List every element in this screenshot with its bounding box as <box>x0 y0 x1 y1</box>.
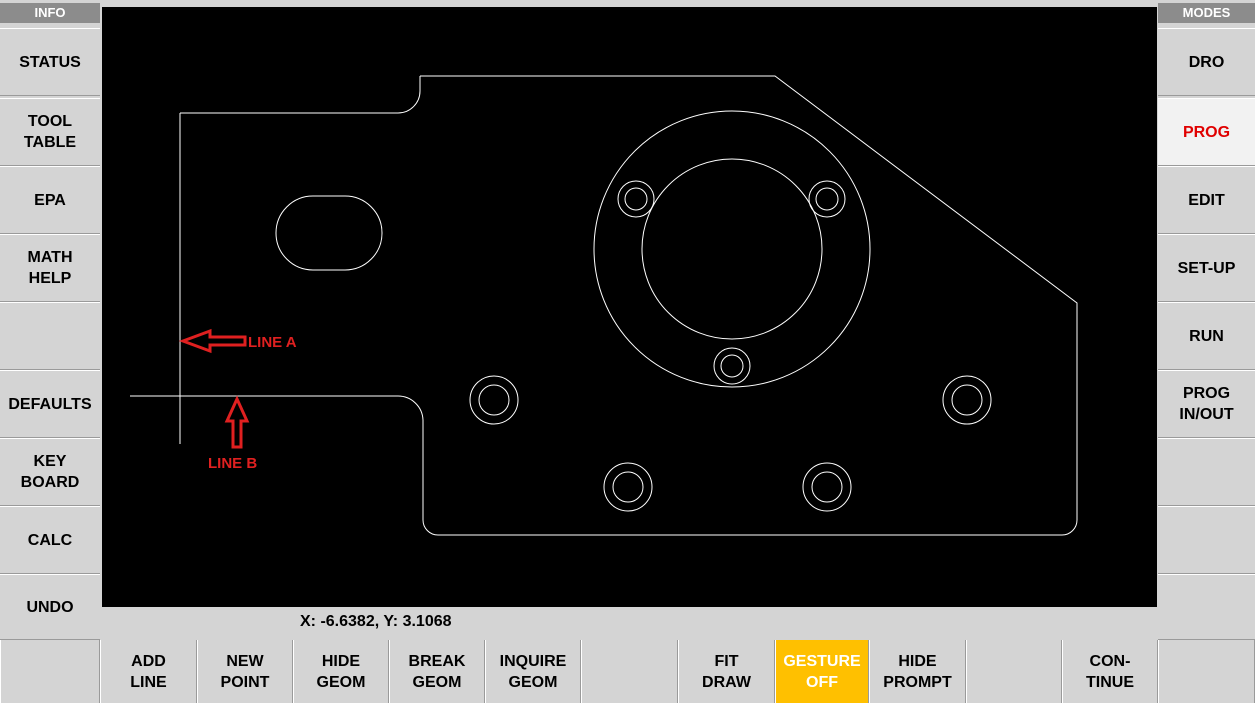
bolt-hole <box>720 354 744 378</box>
bolt-hole <box>808 180 846 218</box>
undo-button[interactable]: UNDO <box>0 574 100 640</box>
part-outline <box>130 75 1078 536</box>
line-a-label: LINE A <box>248 334 297 351</box>
mount-hole <box>478 384 510 416</box>
empty-bottom-button-right[interactable] <box>1158 640 1255 703</box>
mount-hole <box>951 384 983 416</box>
inner-bore-circle <box>641 158 823 340</box>
mount-hole <box>802 462 852 512</box>
empty-bottom-button-2[interactable] <box>966 640 1062 703</box>
line-b-label: LINE B <box>208 455 257 472</box>
empty-mode-button-3[interactable] <box>1158 574 1255 640</box>
break-geom-button[interactable]: BREAK GEOM <box>389 640 485 703</box>
tool-table-button[interactable]: TOOL TABLE <box>0 98 100 166</box>
gesture-off-button[interactable]: GESTURE OFF <box>775 640 869 703</box>
status-button[interactable]: STATUS <box>0 28 100 96</box>
calc-button[interactable]: CALC <box>0 506 100 574</box>
top-left-edge <box>180 76 421 114</box>
mode-dro-button[interactable]: DRO <box>1158 28 1255 96</box>
add-line-button[interactable]: ADD LINE <box>100 640 197 703</box>
inquire-geom-button[interactable]: INQUIRE GEOM <box>485 640 581 703</box>
defaults-button[interactable]: DEFAULTS <box>0 370 100 438</box>
mount-hole <box>469 375 519 425</box>
continue-button[interactable]: CON- TINUE <box>1062 640 1158 703</box>
info-header: INFO <box>0 3 100 23</box>
fit-draw-button[interactable]: FIT DRAW <box>678 640 775 703</box>
empty-left-button[interactable] <box>0 302 100 370</box>
hide-prompt-button[interactable]: HIDE PROMPT <box>869 640 966 703</box>
mount-hole <box>603 462 653 512</box>
mode-prog-button[interactable]: PROG <box>1158 98 1255 166</box>
outer-bore-circle <box>593 110 871 388</box>
bolt-hole <box>713 347 751 385</box>
mode-prog-inout-button[interactable]: PROG IN/OUT <box>1158 370 1255 438</box>
drawing-canvas[interactable]: LINE A LINE B <box>102 7 1157 607</box>
keyboard-button[interactable]: KEY BOARD <box>0 438 100 506</box>
hide-geom-button[interactable]: HIDE GEOM <box>293 640 389 703</box>
coordinate-bar: X: -6.6382, Y: 3.1068 <box>102 607 1157 637</box>
bolt-hole <box>624 187 648 211</box>
bolt-hole <box>617 180 655 218</box>
empty-bottom-button-1[interactable] <box>581 640 678 703</box>
slot <box>275 195 383 271</box>
mount-hole <box>811 471 843 503</box>
empty-mode-button-2[interactable] <box>1158 506 1255 574</box>
bolt-hole <box>815 187 839 211</box>
modes-header: MODES <box>1158 3 1255 23</box>
empty-mode-button-1[interactable] <box>1158 438 1255 506</box>
mount-hole <box>612 471 644 503</box>
mode-setup-button[interactable]: SET-UP <box>1158 234 1255 302</box>
line-b-arrow <box>224 395 250 449</box>
mode-run-button[interactable]: RUN <box>1158 302 1255 370</box>
line-a-arrow <box>178 328 247 354</box>
empty-bottom-button-left[interactable] <box>0 640 100 703</box>
part-drawing: LINE A LINE B <box>130 75 1078 536</box>
mode-edit-button[interactable]: EDIT <box>1158 166 1255 234</box>
mount-hole <box>942 375 992 425</box>
new-point-button[interactable]: NEW POINT <box>197 640 293 703</box>
epa-button[interactable]: EPA <box>0 166 100 234</box>
math-help-button[interactable]: MATH HELP <box>0 234 100 302</box>
coordinate-readout: X: -6.6382, Y: 3.1068 <box>300 613 452 630</box>
